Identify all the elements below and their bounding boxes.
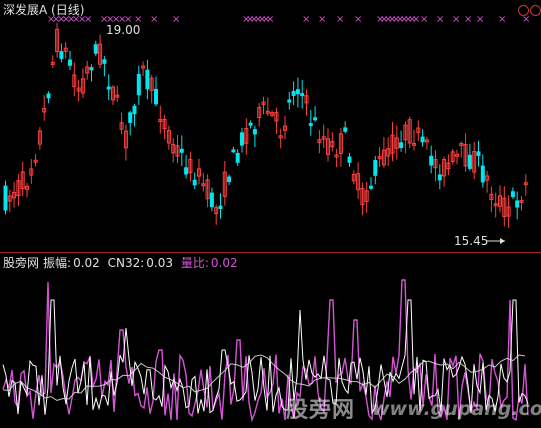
cn-value: 0.03 [146,256,173,270]
vol-value: 0.02 [210,256,238,270]
indicator-panel[interactable] [0,0,541,428]
indicator-source: 股旁网 [3,256,40,270]
watermark-url: www.gupang.com [372,398,541,420]
vol-label: 量比: [180,256,209,270]
cn-label: CN32: [107,256,145,270]
indicator-legend: 股旁网 振幅: 0.02 CN32: 0.03 量比: 0.02 [3,256,242,270]
chart-window[interactable]: × × × × × × × × × × × × × × × × × × × × × × × × × × × × × × × × × × × × × × × ×… [0,0,541,428]
amp-label: 振幅: [43,256,72,270]
watermark-text: 股旁网 [286,398,356,423]
amp-value: 0.02 [73,256,100,270]
